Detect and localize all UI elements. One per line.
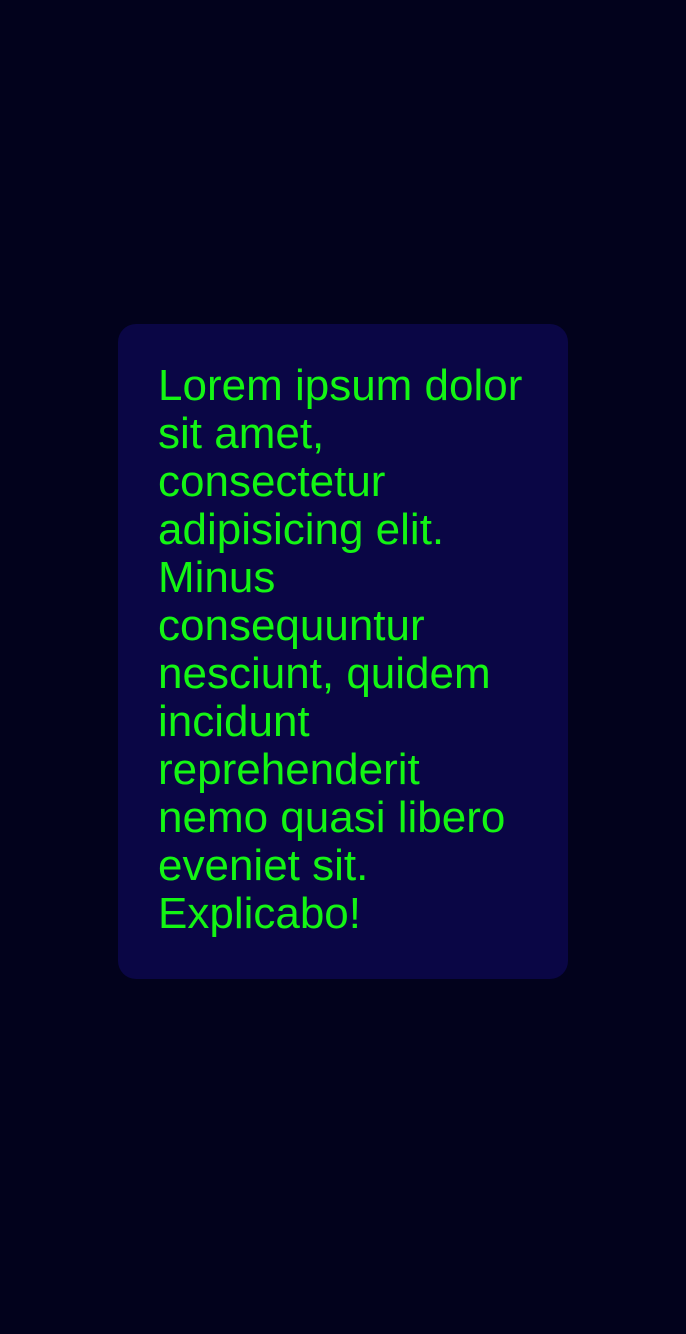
card-paragraph: Lorem ipsum dolor sit amet, consectetur …: [158, 361, 523, 938]
screen: { "card": { "text": "Lorem ipsum dolor s…: [0, 0, 686, 1334]
text-card: Lorem ipsum dolor sit amet, consectetur …: [118, 324, 568, 979]
